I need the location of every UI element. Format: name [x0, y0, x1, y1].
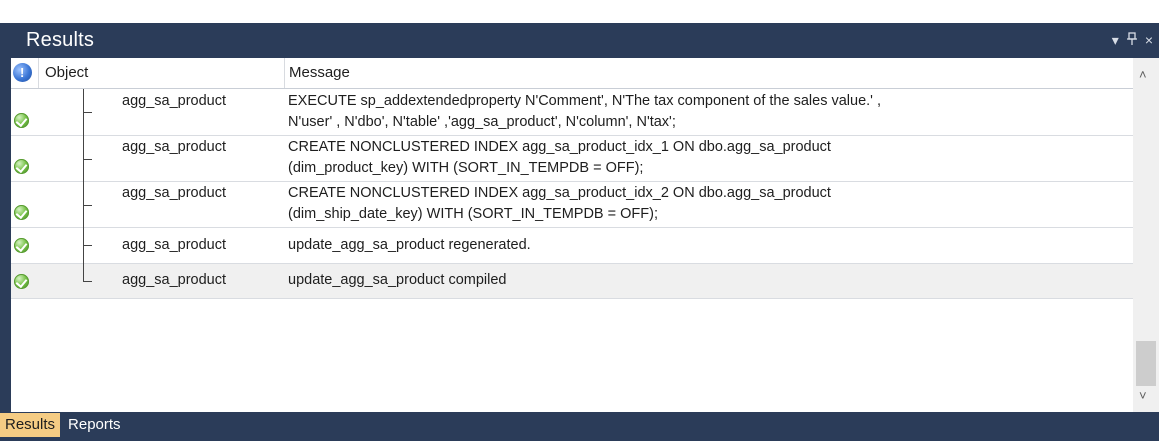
message-line: CREATE NONCLUSTERED INDEX agg_sa_product…	[288, 185, 831, 201]
scroll-up-icon[interactable]: ˄	[1139, 67, 1147, 82]
pin-icon[interactable]	[1126, 32, 1137, 47]
row-object: agg_sa_product	[122, 139, 226, 155]
column-header-message[interactable]: Message	[284, 58, 1133, 88]
tree-connector	[83, 89, 93, 136]
message-line: CREATE NONCLUSTERED INDEX agg_sa_product…	[288, 139, 831, 155]
table-row[interactable]: agg_sa_product CREATE NONCLUSTERED INDEX…	[11, 182, 1133, 228]
row-object: agg_sa_product	[122, 272, 226, 288]
table-row[interactable]: agg_sa_product update_agg_sa_product reg…	[11, 228, 1133, 264]
scroll-thumb[interactable]	[1136, 341, 1156, 386]
scroll-down-icon[interactable]: ˅	[1139, 388, 1147, 403]
tree-connector	[83, 136, 93, 182]
message-line: N'user' , N'dbo', N'table' ,'agg_sa_prod…	[288, 114, 676, 130]
column-header-object-label: Object	[45, 64, 89, 81]
bottom-tabs: Results Reports	[0, 413, 126, 441]
message-line: EXECUTE sp_addextendedproperty N'Comment…	[288, 93, 881, 109]
results-grid: ! Object Message agg_sa_product EXECUTE …	[11, 58, 1159, 412]
tab-reports[interactable]: Reports	[63, 413, 126, 437]
check-ok-icon	[14, 159, 29, 174]
tree-connector	[83, 264, 93, 299]
column-header-message-label: Message	[289, 64, 350, 81]
table-row[interactable]: agg_sa_product EXECUTE sp_addextendedpro…	[11, 89, 1133, 136]
message-line: (dim_ship_date_key) WITH (SORT_IN_TEMPDB…	[288, 206, 658, 222]
close-icon[interactable]: ×	[1145, 33, 1153, 47]
panel-titlebar: Results ▾ ×	[0, 23, 1159, 58]
check-ok-icon	[14, 274, 29, 289]
row-object: agg_sa_product	[122, 237, 226, 253]
row-object: agg_sa_product	[122, 93, 226, 109]
row-object: agg_sa_product	[122, 185, 226, 201]
table-row[interactable]: agg_sa_product CREATE NONCLUSTERED INDEX…	[11, 136, 1133, 182]
vertical-scrollbar[interactable]: ˄ ˅	[1133, 58, 1159, 412]
tree-connector	[83, 182, 93, 228]
message-line: update_agg_sa_product regenerated.	[288, 237, 531, 253]
check-ok-icon	[14, 238, 29, 253]
row-message: CREATE NONCLUSTERED INDEX agg_sa_product…	[288, 183, 831, 225]
info-icon[interactable]: !	[13, 63, 32, 82]
grid-header: ! Object Message	[11, 58, 1133, 89]
top-strip	[0, 0, 1159, 23]
check-ok-icon	[14, 205, 29, 220]
row-message: EXECUTE sp_addextendedproperty N'Comment…	[288, 91, 881, 133]
check-ok-icon	[14, 113, 29, 128]
dropdown-icon[interactable]: ▾	[1112, 33, 1119, 47]
message-line: (dim_product_key) WITH (SORT_IN_TEMPDB =…	[288, 160, 644, 176]
column-header-object[interactable]: Object	[38, 58, 284, 88]
message-line: update_agg_sa_product compiled	[288, 272, 507, 288]
table-row[interactable]: agg_sa_product update_agg_sa_product com…	[11, 264, 1133, 299]
row-message: update_agg_sa_product compiled	[288, 270, 506, 291]
row-message: CREATE NONCLUSTERED INDEX agg_sa_product…	[288, 137, 831, 179]
panel-title: Results	[26, 29, 95, 51]
tab-results[interactable]: Results	[0, 413, 61, 437]
title-controls: ▾ ×	[1112, 32, 1153, 47]
tree-connector	[83, 228, 93, 264]
results-panel: Results ▾ × ! Object Message agg_sa_prod…	[0, 23, 1159, 441]
row-message: update_agg_sa_product regenerated.	[288, 235, 531, 256]
